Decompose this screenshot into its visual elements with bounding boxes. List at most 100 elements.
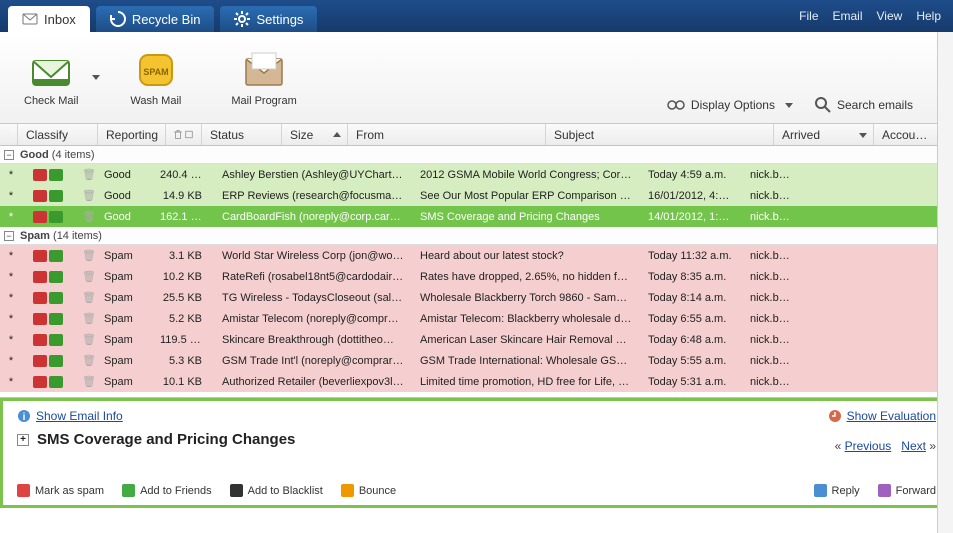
show-email-info-link[interactable]: i Show Email Info bbox=[17, 409, 123, 423]
thumb-down-icon[interactable] bbox=[33, 271, 47, 283]
check-mail-dropdown[interactable] bbox=[92, 75, 100, 80]
thumb-down-icon[interactable] bbox=[33, 169, 47, 181]
thumb-down-icon[interactable] bbox=[33, 211, 47, 223]
row-from: Skincare Breakthrough (dottitheo@c… bbox=[214, 334, 412, 346]
trash-button[interactable]: 🗑 bbox=[74, 189, 96, 202]
forward-button[interactable]: Forward bbox=[878, 484, 936, 497]
thumb-down-icon[interactable] bbox=[33, 334, 47, 346]
add-to-friends-button[interactable]: Add to Friends bbox=[122, 484, 212, 497]
table-row[interactable]: *🗑Spam5.3 KBGSM Trade Int'l (noreply@com… bbox=[0, 350, 953, 371]
group-spam[interactable]: − Spam (14 items) bbox=[0, 227, 953, 245]
thumb-down-icon[interactable] bbox=[33, 355, 47, 367]
svg-text:SPAM: SPAM bbox=[143, 67, 168, 77]
show-evaluation-link[interactable]: Show Evaluation bbox=[828, 409, 936, 423]
star-icon[interactable]: * bbox=[0, 271, 22, 283]
trash-button[interactable]: 🗑 bbox=[74, 249, 96, 262]
thumb-down-icon[interactable] bbox=[33, 313, 47, 325]
column-classify[interactable]: Classify bbox=[18, 124, 98, 145]
tab-recycle-bin[interactable]: Recycle Bin bbox=[96, 6, 215, 32]
thumb-down-icon[interactable] bbox=[33, 376, 47, 388]
table-row[interactable]: *🗑Spam3.1 KBWorld Star Wireless Corp (jo… bbox=[0, 245, 953, 266]
window-scrollbar[interactable] bbox=[937, 32, 953, 533]
table-row[interactable]: *🗑Spam25.5 KBTG Wireless - TodaysCloseou… bbox=[0, 287, 953, 308]
thumb-down-icon[interactable] bbox=[33, 250, 47, 262]
table-row[interactable]: *🗑Good240.4 KBAshley Berstien (Ashley@UY… bbox=[0, 164, 953, 185]
bounce-button[interactable]: Bounce bbox=[341, 484, 396, 497]
table-row[interactable]: *🗑Spam5.2 KBAmistar Telecom (noreply@com… bbox=[0, 308, 953, 329]
next-button[interactable]: Next bbox=[901, 439, 926, 453]
table-row[interactable]: *🗑Good14.9 KBERP Reviews (research@focus… bbox=[0, 185, 953, 206]
star-icon[interactable]: * bbox=[0, 250, 22, 262]
previous-button[interactable]: Previous bbox=[845, 439, 892, 453]
menu-view[interactable]: View bbox=[877, 9, 903, 23]
gear-icon bbox=[234, 11, 250, 27]
search-emails-button[interactable]: Search emails bbox=[815, 97, 913, 113]
row-account: nick.b… bbox=[742, 211, 953, 223]
star-icon[interactable]: * bbox=[0, 292, 22, 304]
trash-button[interactable]: 🗑 bbox=[74, 270, 96, 283]
collapse-icon[interactable]: − bbox=[4, 231, 14, 241]
star-icon[interactable]: * bbox=[0, 313, 22, 325]
column-size[interactable]: Size bbox=[282, 124, 348, 145]
star-icon[interactable]: * bbox=[0, 211, 22, 223]
vote-buttons bbox=[22, 292, 74, 304]
thumb-down-icon[interactable] bbox=[33, 292, 47, 304]
table-row[interactable]: *🗑Spam10.2 KBRateRefi (rosabel18nt5@card… bbox=[0, 266, 953, 287]
trash-button[interactable]: 🗑 bbox=[74, 312, 96, 325]
tab-settings[interactable]: Settings bbox=[220, 6, 317, 32]
add-to-blacklist-button[interactable]: Add to Blacklist bbox=[230, 484, 323, 497]
reply-button[interactable]: Reply bbox=[814, 484, 860, 497]
collapse-icon[interactable]: − bbox=[4, 150, 14, 160]
thumb-up-icon[interactable] bbox=[49, 334, 63, 346]
row-account: nick.b… bbox=[742, 355, 953, 367]
thumb-up-icon[interactable] bbox=[49, 211, 63, 223]
star-icon[interactable]: * bbox=[0, 169, 22, 181]
thumb-up-icon[interactable] bbox=[49, 169, 63, 181]
row-status: Spam bbox=[96, 355, 152, 367]
table-row[interactable]: *🗑Spam119.5 KBSkincare Breakthrough (dot… bbox=[0, 329, 953, 350]
expand-preview-button[interactable]: + bbox=[17, 434, 29, 446]
trash-button[interactable]: 🗑 bbox=[74, 375, 96, 388]
thumb-up-icon[interactable] bbox=[49, 190, 63, 202]
tab-inbox[interactable]: Inbox bbox=[8, 6, 90, 32]
row-subject: SMS Coverage and Pricing Changes bbox=[412, 211, 640, 223]
column-from[interactable]: From bbox=[348, 124, 546, 145]
column-delete-icon[interactable] bbox=[166, 124, 202, 145]
check-mail-button[interactable]: Check Mail bbox=[14, 45, 88, 111]
thumb-up-icon[interactable] bbox=[49, 355, 63, 367]
table-row[interactable]: *🗑Spam10.1 KBAuthorized Retailer (beverl… bbox=[0, 371, 953, 392]
mark-as-spam-button[interactable]: Mark as spam bbox=[17, 484, 104, 497]
thumb-down-icon[interactable] bbox=[33, 190, 47, 202]
trash-button[interactable]: 🗑 bbox=[74, 354, 96, 367]
menu-email[interactable]: Email bbox=[833, 9, 863, 23]
star-icon[interactable]: * bbox=[0, 355, 22, 367]
column-arrived[interactable]: Arrived bbox=[774, 124, 874, 145]
menu-file[interactable]: File bbox=[799, 9, 818, 23]
column-status[interactable]: Status bbox=[202, 124, 282, 145]
thumb-up-icon[interactable] bbox=[49, 292, 63, 304]
star-icon[interactable]: * bbox=[0, 190, 22, 202]
column-subject[interactable]: Subject bbox=[546, 124, 774, 145]
star-icon[interactable]: * bbox=[0, 334, 22, 346]
wash-mail-button[interactable]: SPAM Wash Mail bbox=[120, 45, 191, 111]
group-good[interactable]: − Good (4 items) bbox=[0, 146, 953, 164]
thumb-up-icon[interactable] bbox=[49, 313, 63, 325]
display-options-caret bbox=[785, 103, 793, 108]
row-account: nick.b… bbox=[742, 334, 953, 346]
thumb-up-icon[interactable] bbox=[49, 376, 63, 388]
trash-button[interactable]: 🗑 bbox=[74, 168, 96, 181]
thumb-up-icon[interactable] bbox=[49, 250, 63, 262]
table-row[interactable]: *🗑Good162.1 KBCardBoardFish (noreply@cor… bbox=[0, 206, 953, 227]
row-account: nick.b… bbox=[742, 292, 953, 304]
menu-help[interactable]: Help bbox=[916, 9, 941, 23]
trash-button[interactable]: 🗑 bbox=[74, 333, 96, 346]
thumb-up-icon[interactable] bbox=[49, 271, 63, 283]
display-options-button[interactable]: Display Options bbox=[667, 98, 793, 112]
trash-button[interactable]: 🗑 bbox=[74, 210, 96, 223]
star-icon[interactable]: * bbox=[0, 376, 22, 388]
mail-program-button[interactable]: Mail Program bbox=[221, 45, 306, 111]
column-reporting[interactable]: Reporting bbox=[98, 124, 166, 145]
row-from: ERP Reviews (research@focusmails… bbox=[214, 190, 412, 202]
group-good-label: Good bbox=[20, 149, 49, 161]
trash-button[interactable]: 🗑 bbox=[74, 291, 96, 304]
